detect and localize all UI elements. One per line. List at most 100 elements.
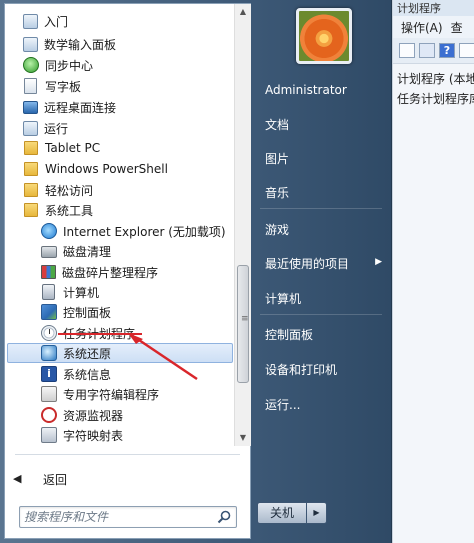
- submenu-arrow-icon: ▶: [375, 257, 382, 267]
- program-system-restore[interactable]: 系统还原: [7, 343, 233, 363]
- toolbar-help-icon[interactable]: ?: [439, 43, 455, 58]
- program-wordpad[interactable]: 写字板: [23, 76, 233, 96]
- toolbar-panel-icon[interactable]: [459, 43, 474, 58]
- system-information-icon: i: [41, 366, 57, 382]
- program-label: 系统工具: [45, 203, 94, 218]
- program-label: Internet Explorer (无加载项): [63, 224, 226, 239]
- program-resource-monitor[interactable]: 资源监视器: [41, 405, 233, 425]
- back-arrow-icon: ◀: [13, 472, 22, 485]
- shutdown-options-button[interactable]: ▶: [307, 502, 327, 524]
- toolbar-properties-icon[interactable]: [419, 43, 435, 58]
- wordpad-icon: [24, 78, 37, 94]
- right-item-label: 计算机: [265, 291, 302, 306]
- program-label: 系统还原: [63, 346, 112, 361]
- right-item-label: 运行...: [265, 397, 301, 412]
- right-item-computer[interactable]: 计算机: [256, 286, 386, 310]
- right-item-label: 游戏: [265, 222, 290, 237]
- scroll-down-arrow-icon[interactable]: ▼: [235, 430, 251, 446]
- right-item-label: 最近使用的项目: [265, 256, 350, 271]
- back-button[interactable]: ◀ 返回: [13, 468, 213, 490]
- run-icon: [23, 120, 38, 136]
- program-math-input-panel[interactable]: 数学输入面板: [23, 34, 233, 54]
- program-private-character-editor[interactable]: 专用字符编辑程序: [41, 384, 233, 404]
- right-item-devices-printers[interactable]: 设备和打印机: [256, 357, 386, 381]
- right-item-user[interactable]: Administrator: [256, 78, 386, 102]
- toolbar-view-icon[interactable]: [399, 43, 415, 58]
- folder-tablet-pc[interactable]: Tablet PC: [23, 138, 233, 158]
- program-computer[interactable]: 计算机: [41, 282, 233, 302]
- program-getting-started[interactable]: 入门: [23, 11, 233, 31]
- background-toolbar: ?: [393, 38, 474, 64]
- scroll-up-arrow-icon[interactable]: ▲: [235, 4, 251, 20]
- program-disk-cleanup[interactable]: 磁盘清理: [41, 241, 233, 261]
- program-label: Windows PowerShell: [45, 162, 168, 176]
- right-item-music[interactable]: 音乐: [256, 180, 386, 204]
- program-label: 入门: [44, 14, 69, 29]
- program-label: 磁盘清理: [63, 244, 112, 259]
- sync-center-icon: [23, 57, 39, 73]
- search-box[interactable]: [19, 506, 237, 528]
- tree-item-local[interactable]: 计划程序 (本地): [393, 70, 474, 90]
- program-run[interactable]: 运行: [23, 118, 233, 138]
- folder-icon: [24, 203, 38, 217]
- right-item-label: 设备和打印机: [265, 362, 338, 377]
- disk-cleanup-icon: [41, 246, 57, 258]
- folder-icon: [24, 162, 38, 176]
- program-label: 运行: [44, 121, 69, 136]
- shutdown-group: 关机 ▶: [257, 502, 327, 524]
- program-label: 专用字符编辑程序: [63, 387, 160, 402]
- folder-icon: [24, 141, 38, 155]
- right-item-label: 文档: [265, 117, 290, 132]
- right-item-label: 音乐: [265, 185, 290, 200]
- program-label: 写字板: [45, 79, 82, 94]
- programs-pane: 入门 数学输入面板 同步中心 写字板 远程桌面连接 运行 Tablet PC W…: [4, 3, 251, 539]
- menu-action[interactable]: 操作(A): [401, 21, 443, 35]
- program-list-scrollbar[interactable]: ▲ ≡ ▼: [234, 4, 251, 446]
- shutdown-button[interactable]: 关机: [257, 502, 307, 524]
- program-system-information[interactable]: i 系统信息: [41, 364, 233, 384]
- start-menu: 入门 数学输入面板 同步中心 写字板 远程桌面连接 运行 Tablet PC W…: [0, 0, 392, 543]
- program-label: 数学输入面板: [44, 37, 117, 52]
- search-input[interactable]: [24, 509, 204, 525]
- right-item-documents[interactable]: 文档: [256, 112, 386, 136]
- program-label: 任务计划程序: [63, 326, 136, 341]
- program-label: Tablet PC: [45, 141, 101, 155]
- right-item-recent-items[interactable]: 最近使用的项目 ▶: [256, 251, 386, 275]
- program-internet-explorer[interactable]: Internet Explorer (无加载项): [41, 221, 233, 241]
- program-label: 字符映射表: [63, 428, 124, 443]
- search-icon[interactable]: [217, 510, 231, 524]
- user-picture-flower[interactable]: [296, 8, 352, 64]
- right-item-control-panel[interactable]: 控制面板: [256, 322, 386, 346]
- program-remote-desktop[interactable]: 远程桌面连接: [23, 97, 233, 117]
- program-control-panel[interactable]: 控制面板: [41, 302, 233, 322]
- back-label: 返回: [43, 472, 68, 487]
- program-task-scheduler[interactable]: 任务计划程序: [41, 323, 233, 343]
- folder-system-tools[interactable]: 系统工具: [23, 200, 233, 220]
- program-label: 计算机: [63, 285, 100, 300]
- right-item-label: 图片: [265, 151, 290, 166]
- background-window-title: 计划程序: [393, 0, 474, 16]
- program-disk-defragmenter[interactable]: 磁盘碎片整理程序: [41, 262, 233, 282]
- program-character-map[interactable]: 字符映射表: [41, 425, 233, 445]
- right-item-run[interactable]: 运行...: [256, 392, 386, 416]
- resource-monitor-icon: [41, 407, 57, 423]
- control-panel-icon: [41, 304, 57, 320]
- getting-started-icon: [23, 13, 38, 29]
- disk-defragmenter-icon: [41, 265, 56, 279]
- folder-windows-powershell[interactable]: Windows PowerShell: [23, 159, 233, 179]
- triangle-right-icon: ▶: [313, 508, 320, 517]
- program-sync-center[interactable]: 同步中心: [23, 55, 233, 75]
- internet-explorer-icon: [41, 223, 57, 239]
- math-input-panel-icon: [23, 36, 38, 52]
- folder-ease-of-access[interactable]: 轻松访问: [23, 180, 233, 200]
- menu-view[interactable]: 查: [451, 21, 463, 35]
- program-label: 资源监视器: [63, 408, 124, 423]
- background-tree: 计划程序 (本地) 任务计划程序库: [393, 64, 474, 110]
- right-item-pictures[interactable]: 图片: [256, 146, 386, 170]
- private-character-editor-icon: [41, 386, 57, 402]
- program-label: 轻松访问: [45, 183, 94, 198]
- scroll-thumb[interactable]: ≡: [237, 265, 249, 383]
- tree-item-library[interactable]: 任务计划程序库: [393, 90, 474, 110]
- right-item-games[interactable]: 游戏: [256, 217, 386, 241]
- right-item-label: Administrator: [265, 83, 347, 97]
